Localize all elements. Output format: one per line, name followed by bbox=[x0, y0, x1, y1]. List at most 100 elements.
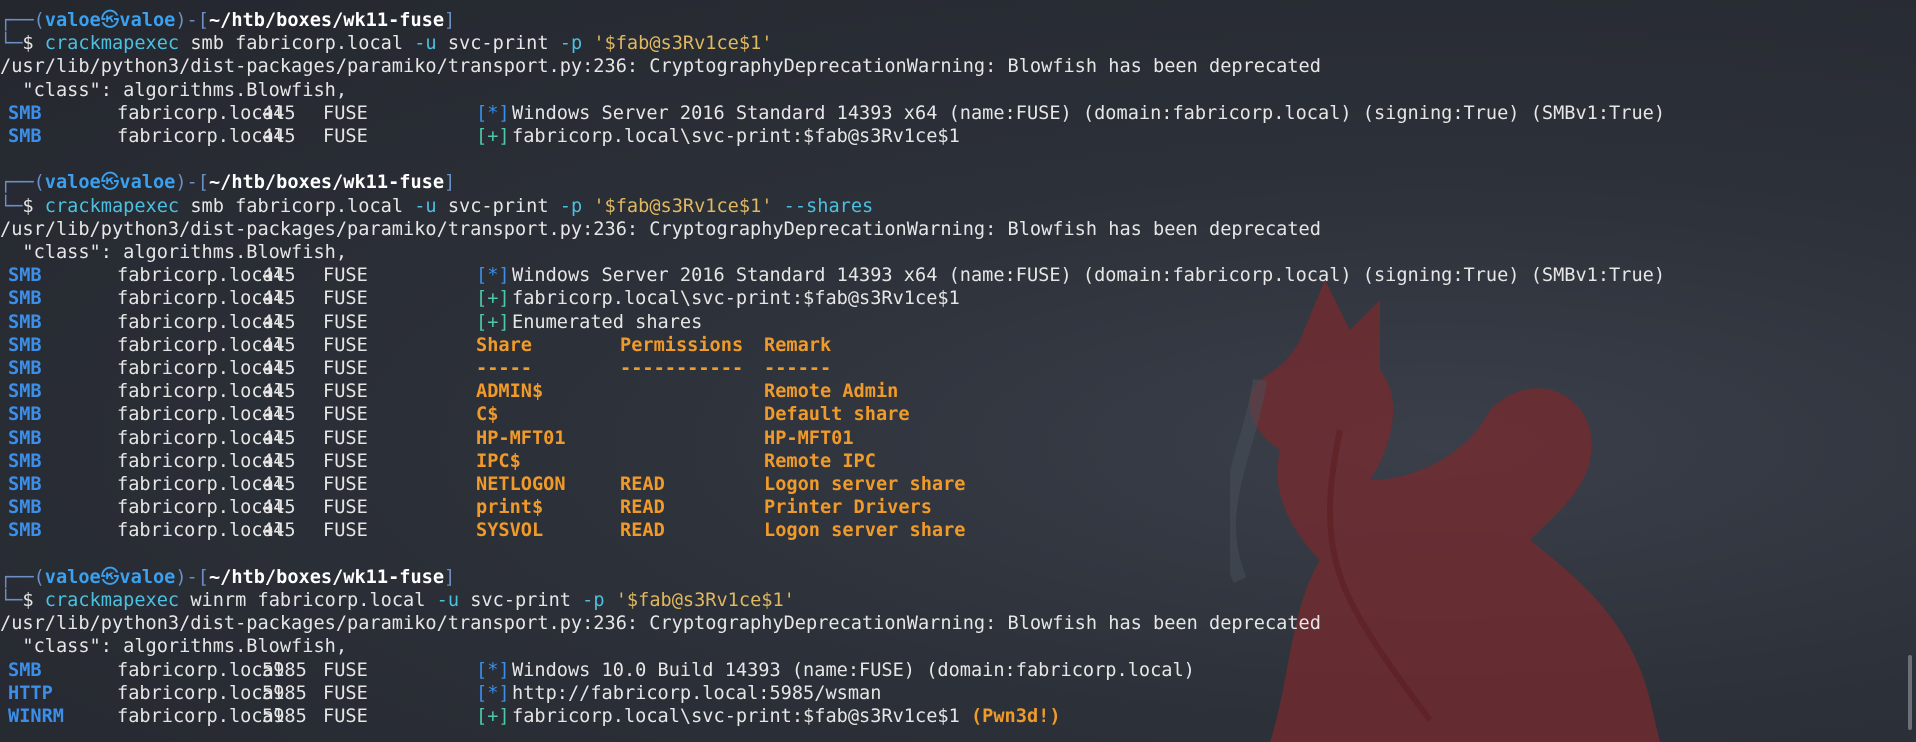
prompt-line: ┌──(valoe㉿valoe)-[~/htb/boxes/wk11-fuse] bbox=[0, 171, 455, 194]
share-remark: ------ bbox=[764, 358, 832, 379]
prompt-dollar: $ bbox=[22, 195, 34, 217]
target-host: fabricorp.local bbox=[117, 427, 285, 449]
share-remark: HP-MFT01 bbox=[764, 427, 854, 449]
target-name: FUSE bbox=[323, 520, 368, 542]
command-password: '$fab@s3Rv1ce$1' bbox=[582, 33, 773, 55]
fox-wallpaper-icon bbox=[1230, 280, 1660, 742]
target-name: FUSE bbox=[323, 427, 368, 449]
deprecation-class: "class": algorithms.Blowfish, bbox=[0, 79, 348, 101]
share-permissions: ----------- bbox=[620, 358, 744, 379]
target-name: FUSE bbox=[323, 659, 368, 681]
protocol-label: SMB bbox=[8, 497, 42, 519]
command-tool: crackmapexec bbox=[44, 33, 180, 55]
command-flag-u: -u bbox=[414, 33, 437, 55]
target-host: fabricorp.local bbox=[117, 102, 285, 124]
share-name: Share bbox=[476, 334, 532, 356]
target-host: fabricorp.local bbox=[117, 706, 285, 727]
deprecation-class: "class": algorithms.Blowfish, bbox=[0, 242, 348, 263]
target-port: 445 bbox=[262, 126, 296, 147]
share-remark: Printer Drivers bbox=[764, 497, 932, 519]
command-args: smb fabricorp.local bbox=[179, 195, 415, 217]
protocol-label: SMB bbox=[8, 265, 42, 287]
target-port: 445 bbox=[262, 334, 296, 356]
protocol-label: HTTP bbox=[8, 682, 53, 704]
target-port: 445 bbox=[262, 450, 296, 472]
target-port: 5985 bbox=[262, 706, 307, 727]
protocol-label: SMB bbox=[8, 126, 42, 147]
target-port: 445 bbox=[262, 311, 296, 333]
status-mark: [+] bbox=[476, 311, 510, 333]
deprecation-warning: /usr/lib/python3/dist-packages/paramiko/… bbox=[0, 56, 1321, 78]
prompt-frame: )-[ bbox=[175, 566, 209, 588]
deprecation-class: "class": algorithms.Blowfish, bbox=[0, 636, 348, 658]
prompt-at-icon: ㉿ bbox=[100, 10, 120, 31]
target-host: fabricorp.local bbox=[117, 265, 285, 287]
protocol-label: SMB bbox=[8, 311, 42, 333]
command-flag-p: -p bbox=[559, 33, 583, 55]
protocol-label: SMB bbox=[8, 102, 42, 124]
command-args: svc-print bbox=[459, 590, 583, 611]
prompt-at-icon: ㉿ bbox=[100, 172, 120, 194]
share-name: ADMIN$ bbox=[476, 381, 544, 403]
result-text: fabricorp.local\svc-print:$fab@s3Rv1ce$1… bbox=[512, 706, 1061, 727]
result-text: fabricorp.local\svc-print:$fab@s3Rv1ce$1 bbox=[512, 288, 960, 310]
target-host: fabricorp.local bbox=[117, 358, 285, 379]
prompt-corner: └─ bbox=[0, 590, 23, 611]
warning-line: /usr/lib/python3/dist-packages/paramiko/… bbox=[0, 218, 1321, 241]
prompt-line: ┌──(valoe㉿valoe)-[~/htb/boxes/wk11-fuse] bbox=[0, 566, 455, 589]
scrollbar[interactable] bbox=[1908, 655, 1912, 730]
share-name: HP-MFT01 bbox=[476, 427, 566, 449]
target-port: 5985 bbox=[262, 682, 307, 704]
share-remark: Logon server share bbox=[764, 520, 966, 542]
command-tool: crackmapexec bbox=[44, 590, 180, 611]
prompt-path: ~/htb/boxes/wk11-fuse bbox=[208, 566, 445, 588]
target-port: 445 bbox=[262, 474, 296, 495]
pwned-badge: (Pwn3d!) bbox=[959, 706, 1061, 727]
prompt-frame: ┌──( bbox=[0, 172, 45, 194]
target-port: 445 bbox=[262, 288, 296, 310]
target-name: FUSE bbox=[323, 497, 368, 519]
protocol-label: SMB bbox=[8, 450, 42, 472]
prompt-host: valoe bbox=[119, 566, 176, 588]
command-args: winrm fabricorp.local bbox=[179, 590, 437, 611]
result-text: Windows 10.0 Build 14393 (name:FUSE) (do… bbox=[512, 659, 1195, 681]
command-flag-p: -p bbox=[559, 195, 583, 217]
share-permissions: READ bbox=[620, 497, 665, 519]
prompt-line: ┌──(valoe㉿valoe)-[~/htb/boxes/wk11-fuse] bbox=[0, 9, 455, 32]
status-mark: [+] bbox=[476, 706, 510, 727]
command-password: '$fab@s3Rv1ce$1' bbox=[582, 195, 773, 217]
command-line-1: └─$ crackmapexec smb fabricorp.local -u … bbox=[0, 32, 772, 55]
prompt-frame: ┌──( bbox=[0, 10, 45, 31]
deprecation-warning: /usr/lib/python3/dist-packages/paramiko/… bbox=[0, 613, 1321, 635]
prompt-user: valoe bbox=[44, 10, 101, 31]
warning-line: "class": algorithms.Blowfish, bbox=[0, 635, 347, 658]
prompt-user: valoe bbox=[44, 172, 101, 194]
protocol-label: SMB bbox=[8, 288, 42, 310]
status-mark: [+] bbox=[476, 126, 510, 147]
target-name: FUSE bbox=[323, 404, 368, 426]
target-host: fabricorp.local bbox=[117, 381, 285, 403]
result-text: http://fabricorp.local:5985/wsman bbox=[512, 682, 882, 704]
target-host: fabricorp.local bbox=[117, 404, 285, 426]
target-name: FUSE bbox=[323, 381, 368, 403]
target-port: 445 bbox=[262, 520, 296, 542]
target-host: fabricorp.local bbox=[117, 450, 285, 472]
prompt-dollar: $ bbox=[22, 590, 34, 611]
prompt-user: valoe bbox=[44, 566, 101, 588]
target-port: 445 bbox=[262, 358, 296, 379]
protocol-label: SMB bbox=[8, 334, 42, 356]
share-permissions: Permissions bbox=[620, 334, 744, 356]
prompt-dollar: $ bbox=[22, 33, 34, 55]
target-name: FUSE bbox=[323, 126, 368, 147]
target-name: FUSE bbox=[323, 334, 368, 356]
deprecation-warning: /usr/lib/python3/dist-packages/paramiko/… bbox=[0, 218, 1321, 240]
command-flag-u: -u bbox=[436, 590, 460, 611]
command-line-2: └─$ crackmapexec smb fabricorp.local -u … bbox=[0, 195, 873, 218]
target-host: fabricorp.local bbox=[117, 334, 285, 356]
target-port: 445 bbox=[262, 102, 296, 124]
share-name: print$ bbox=[476, 497, 544, 519]
terminal-window[interactable]: ┌──(valoe㉿valoe)-[~/htb/boxes/wk11-fuse]… bbox=[0, 0, 1916, 742]
